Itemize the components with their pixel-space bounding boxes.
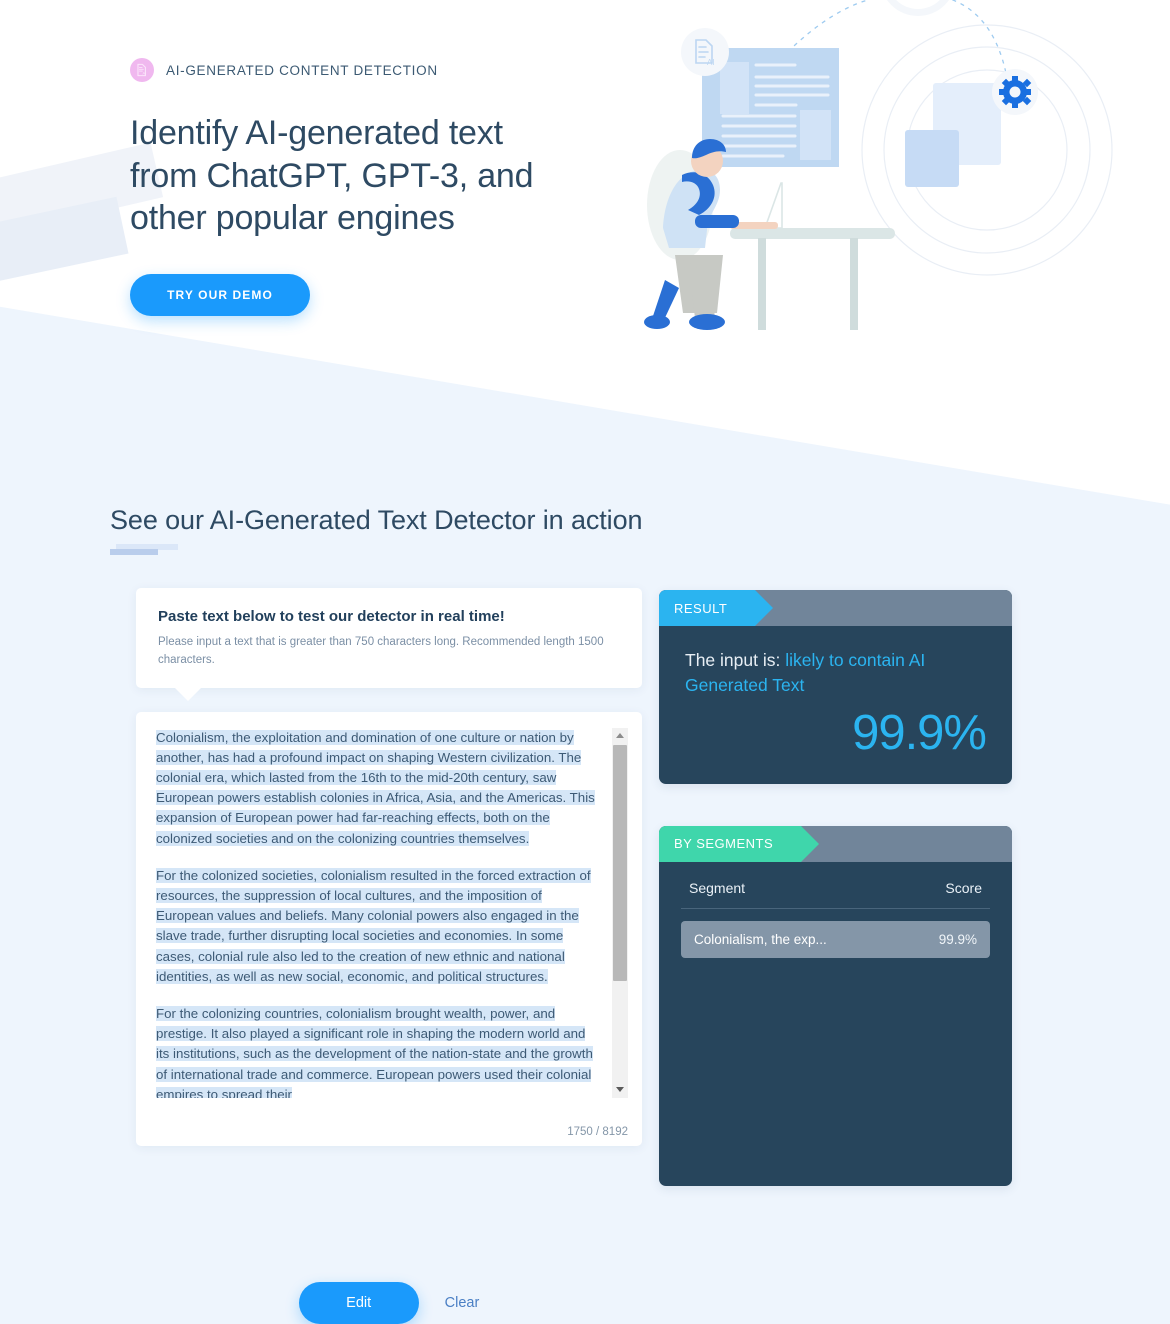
clear-button[interactable]: Clear [445,1295,480,1311]
hero-illustration: AI [635,0,1115,370]
editor-viewport[interactable]: Colonialism, the exploitation and domina… [156,727,628,1098]
result-panel-body: The input is: likely to contain AI Gener… [659,626,1012,784]
hero-title: Identify AI-generated text from ChatGPT,… [130,114,534,237]
text-editor-card[interactable]: Colonialism, the exploitation and domina… [136,711,642,1146]
prompt-card: Paste text below to test our detector in… [136,588,642,701]
editor-text-content[interactable]: Colonialism, the exploitation and domina… [156,728,602,1098]
svg-text:AI: AI [143,72,147,76]
scroll-up-arrow-icon[interactable] [612,727,628,744]
tab-result[interactable]: RESULT [659,590,774,626]
result-percentage: 99.9% [852,705,987,760]
editor-paragraph-text: For the colonizing countries, colonialis… [156,1006,593,1098]
scroll-down-arrow-icon[interactable] [612,1081,628,1098]
editor-paragraph: For the colonized societies, colonialism… [156,866,602,987]
table-row[interactable]: Colonialism, the exp... 99.9% [681,920,990,958]
column-header-score: Score [945,879,982,896]
result-prefix: The input is: [685,650,786,670]
editor-paragraph-text: For the colonized societies, colonialism… [156,867,591,984]
try-our-demo-button[interactable]: TRY OUR DEMO [130,273,310,316]
segments-panel: BY SEGMENTS Segment Score Colonialism, t… [659,825,1012,1186]
prompt-card-notch [174,686,202,701]
edit-button[interactable]: Edit [298,1282,419,1324]
segments-panel-body: Segment Score Colonialism, the exp... 99… [659,862,1012,976]
character-counter: 1750 / 8192 [567,1125,628,1138]
editor-scrollbar[interactable] [612,727,628,1098]
segment-score: 99.9% [938,931,977,947]
hero-eyebrow-label: AI-GENERATED CONTENT DETECTION [166,62,438,78]
document-ai-icon: AI [130,58,154,82]
demo-section: See our AI-Generated Text Detector in ac… [0,440,1170,1324]
hero-eyebrow: AI AI-GENERATED CONTENT DETECTION [130,58,570,82]
hero-content: AI AI-GENERATED CONTENT DETECTION Identi… [130,58,570,316]
result-panel-header: RESULT [659,590,1012,626]
svg-text:AI: AI [707,58,715,67]
result-verdict-line: The input is: likely to contain AI Gener… [685,648,986,699]
editor-paragraph: For the colonizing countries, colonialis… [156,1004,602,1098]
results-column: RESULT The input is: likely to contain A… [659,590,1012,1186]
prompt-subtitle: Please input a text that is greater than… [158,636,604,666]
prompt-title: Paste text below to test our detector in… [158,608,505,625]
editor-paragraph-text: Colonialism, the exploitation and domina… [156,729,595,846]
section-title: See our AI-Generated Text Detector in ac… [110,505,643,535]
segments-table-header: Segment Score [681,880,990,909]
segment-text: Colonialism, the exp... [694,931,827,947]
scrollbar-thumb[interactable] [613,744,627,981]
accent-bar-dark [110,549,158,555]
column-header-segment: Segment [689,879,746,896]
segments-panel-header: BY SEGMENTS [659,825,1012,862]
result-panel: RESULT The input is: likely to contain A… [659,590,1012,784]
section-accent-underline [110,544,642,558]
input-column: Paste text below to test our detector in… [136,588,642,1324]
editor-paragraph: Colonialism, the exploitation and domina… [156,728,602,849]
section-heading-group: See our AI-Generated Text Detector in ac… [110,505,643,558]
editor-action-row: Edit Clear [136,1282,642,1324]
tab-by-segments[interactable]: BY SEGMENTS [659,825,820,862]
